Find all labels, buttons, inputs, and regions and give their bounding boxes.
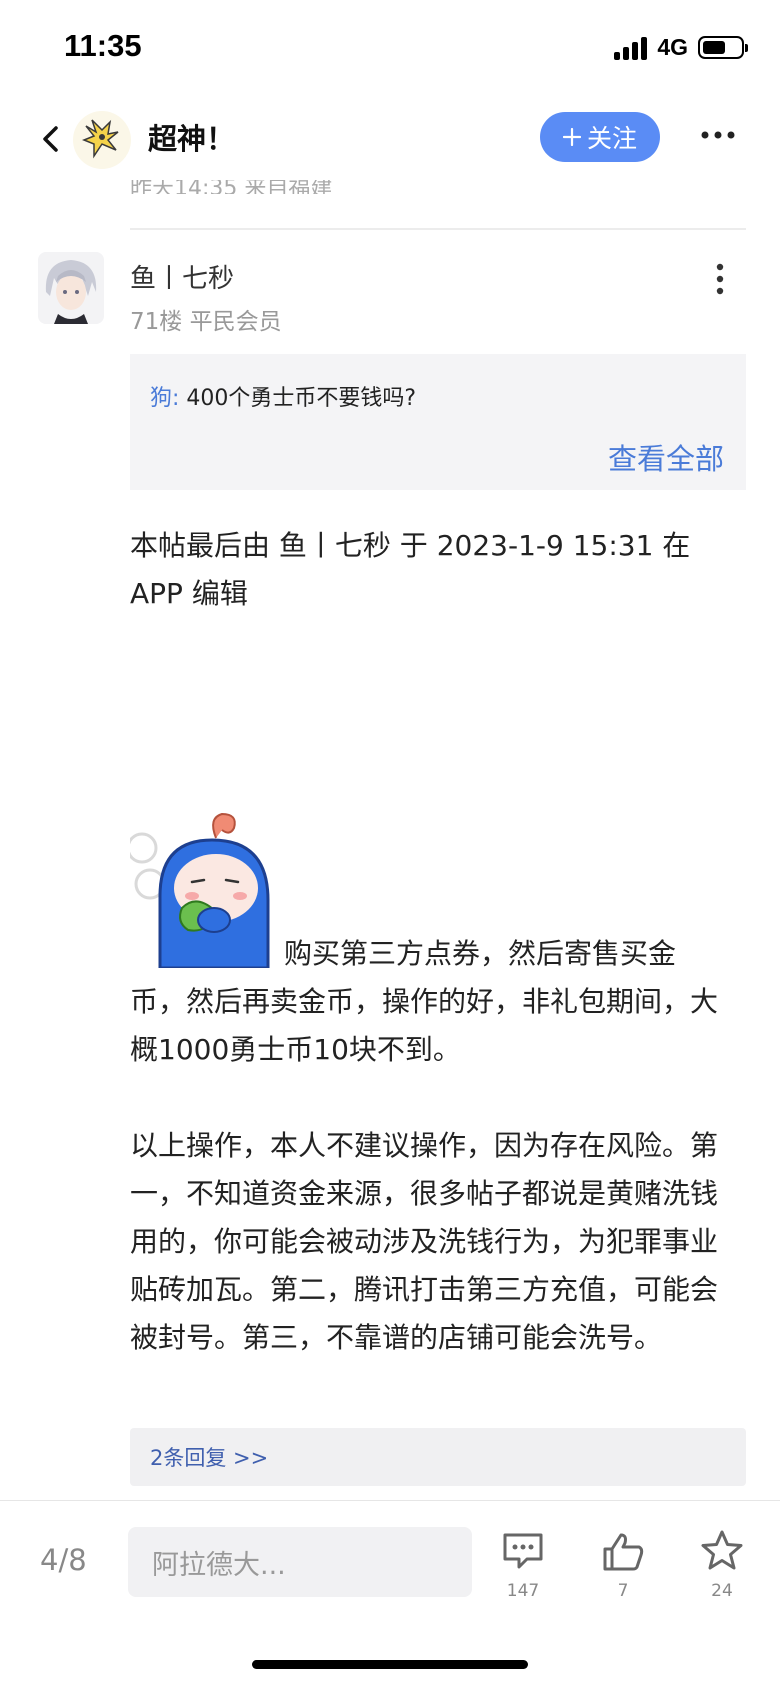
network-label: 4G (657, 34, 688, 60)
plus-icon (562, 128, 581, 146)
post-body-paragraph: 以上操作，本人不建议操作，因为存在风险。第一，不知道资金来源，很多帖子都说是黄赌… (130, 1129, 719, 1354)
like-count: 7 (617, 1581, 629, 1601)
reply-input[interactable]: 阿拉德大... (128, 1527, 472, 1597)
comment-button[interactable]: 147 (488, 1529, 558, 1601)
post-body: 币，然后再卖金币，操作的好，非礼包期间，大概1000勇士币10块不到。 (130, 985, 719, 1066)
follow-button[interactable]: 关注 (540, 112, 660, 162)
like-button[interactable]: 7 (588, 1529, 658, 1601)
quoted-comment[interactable]: 狗: 400个勇士币不要钱吗? 查看全部 (130, 354, 746, 490)
topic-avatar[interactable] (72, 110, 132, 170)
post-floor-rank: 71楼 平民会员 (130, 309, 282, 335)
quote-author: 狗: (150, 386, 180, 411)
more-icon[interactable] (700, 130, 736, 140)
post-body-first-line: 购买第三方点券，然后寄售买金 (284, 937, 677, 970)
star-icon (701, 1530, 743, 1570)
post-author[interactable]: 鱼丨七秒 (130, 258, 234, 295)
favorite-button[interactable]: 24 (687, 1529, 757, 1601)
favorite-count: 24 (711, 1581, 733, 1601)
avatar[interactable] (38, 252, 104, 324)
view-all-link[interactable]: 查看全部 (608, 436, 724, 478)
divider (130, 228, 746, 230)
comment-count: 147 (506, 1581, 540, 1601)
comment-icon (503, 1533, 543, 1569)
back-icon[interactable] (34, 122, 68, 156)
replies-link[interactable]: 2条回复 >> (130, 1428, 746, 1486)
sticker-image (130, 812, 270, 968)
page-indicator[interactable]: 4/8 (40, 1543, 87, 1577)
signal-icon (614, 36, 648, 60)
nav-header: 超神！ 关注 (0, 100, 780, 180)
post-more-icon[interactable] (712, 262, 728, 296)
page-title: 超神！ (148, 122, 236, 156)
status-bar: 11:35 4G (0, 0, 780, 100)
quote-text: 400个勇士币不要钱吗? (186, 386, 417, 411)
follow-label: 关注 (586, 124, 637, 153)
like-icon (603, 1533, 644, 1571)
home-indicator (252, 1660, 528, 1669)
battery-icon (698, 36, 748, 59)
quote-line: 狗: 400个勇士币不要钱吗? (150, 380, 416, 412)
status-time: 11:35 (64, 28, 142, 63)
status-indicators: 4G (614, 34, 748, 61)
edit-note: 本帖最后由 鱼丨七秒 于 2023-1-9 15:31 在 APP 编辑 (130, 529, 691, 610)
